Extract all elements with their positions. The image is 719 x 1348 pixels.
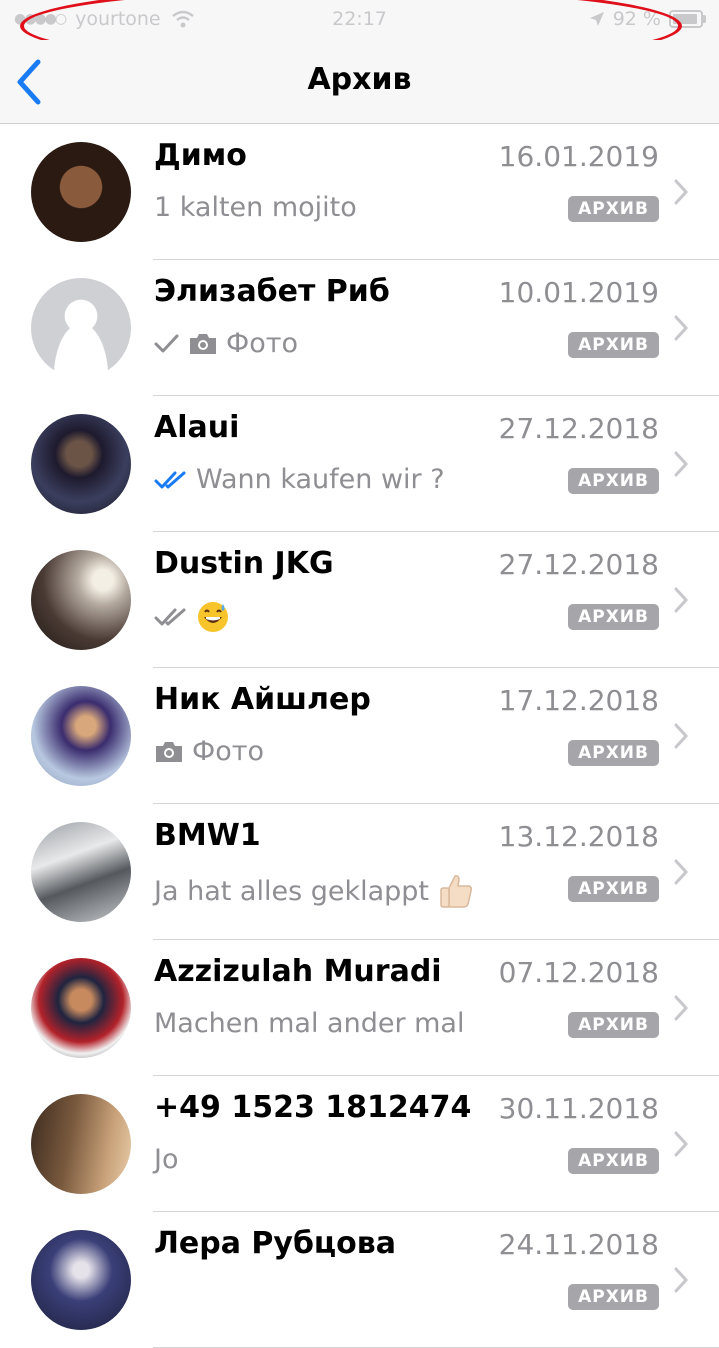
avatar[interactable] (31, 278, 131, 378)
chat-preview: Фото (154, 328, 298, 359)
battery-icon (669, 10, 706, 28)
chat-name: +49 1523 1812474 (154, 1090, 472, 1125)
avatar[interactable] (31, 686, 131, 786)
chat-date: 13.12.2018 (498, 820, 659, 853)
archive-badge: АРХИВ (568, 332, 659, 358)
chat-row[interactable]: +49 1523 1812474 30.11.2018 Jo АРХИВ (0, 1076, 719, 1212)
avatar[interactable] (31, 1230, 131, 1330)
navigation-bar: Архив (0, 40, 719, 124)
archive-badge: АРХИВ (568, 604, 659, 630)
preview-text: 1 kalten mojito (154, 192, 357, 223)
chevron-right-icon (674, 995, 689, 1021)
chat-date: 10.01.2019 (498, 276, 659, 309)
preview-text: Ja hat alles geklappt (154, 875, 430, 907)
status-bar: ●●●●○ yourtone 22:17 92 % (0, 0, 719, 40)
camera-icon (190, 333, 216, 354)
location-arrow-icon (589, 12, 604, 26)
chat-row[interactable]: Ник Айшлер 17.12.2018 Фото АРХИВ (0, 668, 719, 804)
chat-preview: 1 kalten mojito (154, 192, 357, 223)
chat-preview: Wann kaufen wir ? (154, 464, 445, 495)
avatar[interactable] (31, 958, 131, 1058)
chat-date: 27.12.2018 (498, 548, 659, 581)
chevron-right-icon (674, 1267, 689, 1293)
chat-preview: Machen mal ander mal (154, 1008, 464, 1039)
chat-row[interactable]: BMW1 13.12.2018 Ja hat alles geklappt АР… (0, 804, 719, 940)
chevron-right-icon (674, 179, 689, 205)
chat-row[interactable]: Элизабет Риб 10.01.2019 Фото АРХИВ (0, 260, 719, 396)
chat-date: 07.12.2018 (498, 956, 659, 989)
thumbs-up-emoji-icon (440, 875, 473, 908)
archive-badge: АРХИВ (568, 196, 659, 222)
preview-text: Jo (154, 1144, 179, 1175)
chat-name: Ник Айшлер (154, 682, 371, 717)
chevron-right-icon (674, 859, 689, 885)
chevron-right-icon (674, 723, 689, 749)
double-check-read-icon (154, 471, 186, 488)
chat-name: Alaui (154, 410, 240, 445)
preview-text: Фото (192, 736, 265, 767)
avatar[interactable] (31, 1094, 131, 1194)
chat-preview: Фото (154, 736, 264, 767)
chat-row[interactable]: Лера Рубцова 24.11.2018 АРХИВ (0, 1212, 719, 1348)
chat-preview: Ja hat alles geklappt (154, 872, 475, 910)
chat-name: Элизабет Риб (154, 274, 390, 309)
chevron-right-icon (674, 1131, 689, 1157)
chevron-right-icon (674, 451, 689, 477)
archive-badge: АРХИВ (568, 468, 659, 494)
archive-badge: АРХИВ (568, 1148, 659, 1174)
camera-icon (156, 741, 182, 762)
chat-name: Лера Рубцова (154, 1226, 396, 1261)
battery-level (673, 14, 697, 24)
chat-name: Dustin JKG (154, 546, 334, 581)
battery-percent: 92 % (612, 8, 661, 30)
status-right-group: 92 % (589, 8, 706, 30)
chat-name: BMW1 (154, 818, 261, 853)
avatar[interactable] (31, 142, 131, 242)
page-title: Архив (307, 62, 412, 97)
archive-badge: АРХИВ (568, 1012, 659, 1038)
archived-chat-list: Димо 16.01.2019 1 kalten mojito АРХИВ Эл… (0, 124, 719, 1348)
archive-badge: АРХИВ (568, 1284, 659, 1310)
avatar[interactable] (31, 550, 131, 650)
chat-name: Azzizulah Muradi (154, 954, 442, 989)
preview-text: Фото (226, 328, 299, 359)
avatar[interactable] (31, 414, 131, 514)
chat-preview (154, 600, 230, 634)
chat-row[interactable]: Alaui 27.12.2018 Wann kaufen wir ? АРХИВ (0, 396, 719, 532)
chat-row[interactable]: Azzizulah Muradi 07.12.2018 Machen mal a… (0, 940, 719, 1076)
chat-row[interactable]: Dustin JKG 27.12.2018 АРХИВ (0, 532, 719, 668)
chat-name: Димо (154, 138, 247, 173)
archive-badge: АРХИВ (568, 876, 659, 902)
chat-date: 27.12.2018 (498, 412, 659, 445)
chat-date: 17.12.2018 (498, 684, 659, 717)
chevron-right-icon (674, 587, 689, 613)
grinning-sweat-emoji-icon (198, 602, 228, 632)
chat-date: 16.01.2019 (498, 140, 659, 173)
archive-badge: АРХИВ (568, 740, 659, 766)
chat-row[interactable]: Димо 16.01.2019 1 kalten mojito АРХИВ (0, 124, 719, 260)
chevron-right-icon (674, 315, 689, 341)
chat-preview: Jo (154, 1144, 178, 1175)
chat-date: 24.11.2018 (498, 1228, 659, 1261)
double-check-icon (154, 608, 186, 626)
chat-date: 30.11.2018 (498, 1092, 659, 1125)
preview-text: Wann kaufen wir ? (196, 464, 445, 495)
preview-text: Machen mal ander mal (154, 1008, 465, 1039)
avatar[interactable] (31, 822, 131, 922)
single-check-icon (154, 334, 179, 352)
